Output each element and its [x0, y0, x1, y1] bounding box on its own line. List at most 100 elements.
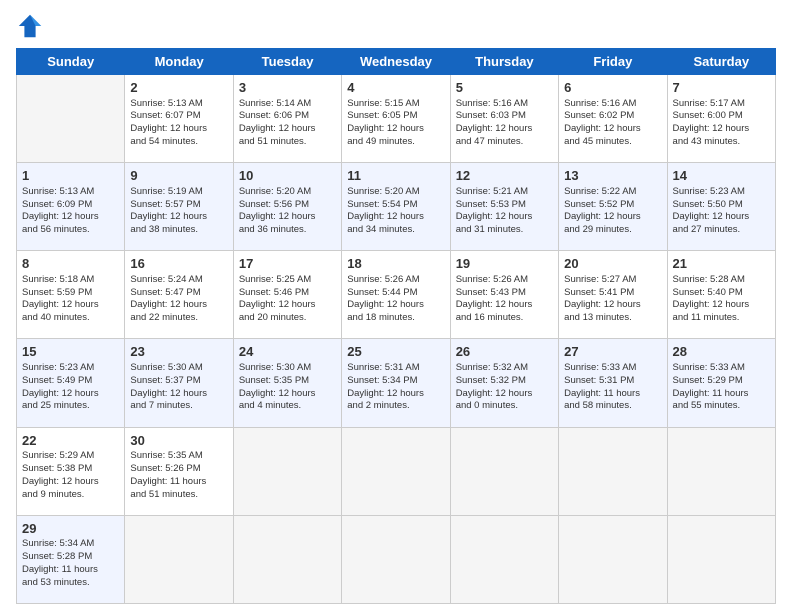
day-info: and 20 minutes.	[239, 312, 336, 325]
calendar-cell	[559, 515, 667, 603]
calendar-cell: 3Sunrise: 5:14 AMSunset: 6:06 PMDaylight…	[233, 75, 341, 163]
day-info: Sunrise: 5:13 AM	[130, 98, 227, 111]
day-info: and 4 minutes.	[239, 400, 336, 413]
day-number: 24	[239, 343, 336, 361]
day-info: Daylight: 12 hours	[673, 123, 770, 136]
day-info: and 56 minutes.	[22, 224, 119, 237]
day-number: 20	[564, 255, 661, 273]
day-info: Sunrise: 5:20 AM	[347, 186, 444, 199]
calendar-cell: 28Sunrise: 5:33 AMSunset: 5:29 PMDayligh…	[667, 339, 775, 427]
day-info: Sunset: 5:46 PM	[239, 287, 336, 300]
day-info: Sunrise: 5:16 AM	[456, 98, 553, 111]
calendar-week-row: 22Sunrise: 5:29 AMSunset: 5:38 PMDayligh…	[17, 427, 776, 515]
day-info: Sunset: 5:53 PM	[456, 199, 553, 212]
calendar-cell	[342, 427, 450, 515]
calendar-cell: 18Sunrise: 5:26 AMSunset: 5:44 PMDayligh…	[342, 251, 450, 339]
day-info: Sunrise: 5:32 AM	[456, 362, 553, 375]
day-info: and 27 minutes.	[673, 224, 770, 237]
calendar-cell: 24Sunrise: 5:30 AMSunset: 5:35 PMDayligh…	[233, 339, 341, 427]
day-info: and 55 minutes.	[673, 400, 770, 413]
day-info: and 16 minutes.	[456, 312, 553, 325]
calendar-cell	[125, 515, 233, 603]
day-number: 23	[130, 343, 227, 361]
calendar-week-row: 1Sunrise: 5:13 AMSunset: 6:09 PMDaylight…	[17, 163, 776, 251]
calendar-cell: 29Sunrise: 5:34 AMSunset: 5:28 PMDayligh…	[17, 515, 125, 603]
day-info: Daylight: 12 hours	[347, 299, 444, 312]
day-number: 29	[22, 520, 119, 538]
day-info: and 51 minutes.	[239, 136, 336, 149]
day-info: Sunset: 5:47 PM	[130, 287, 227, 300]
day-info: Sunrise: 5:31 AM	[347, 362, 444, 375]
day-info: Sunrise: 5:26 AM	[456, 274, 553, 287]
day-info: Daylight: 12 hours	[22, 388, 119, 401]
day-info: Sunset: 5:54 PM	[347, 199, 444, 212]
day-info: Sunrise: 5:16 AM	[564, 98, 661, 111]
day-info: and 34 minutes.	[347, 224, 444, 237]
day-number: 2	[130, 79, 227, 97]
day-number: 27	[564, 343, 661, 361]
day-number: 1	[22, 167, 119, 185]
calendar-week-row: 15Sunrise: 5:23 AMSunset: 5:49 PMDayligh…	[17, 339, 776, 427]
day-info: Daylight: 12 hours	[347, 211, 444, 224]
day-info: Sunset: 6:07 PM	[130, 110, 227, 123]
day-info: Daylight: 12 hours	[456, 388, 553, 401]
day-number: 22	[22, 432, 119, 450]
day-info: and 58 minutes.	[564, 400, 661, 413]
day-info: Sunrise: 5:23 AM	[673, 186, 770, 199]
day-info: Daylight: 12 hours	[673, 299, 770, 312]
day-info: Daylight: 12 hours	[564, 299, 661, 312]
day-info: Sunset: 5:38 PM	[22, 463, 119, 476]
calendar-header-row: SundayMondayTuesdayWednesdayThursdayFrid…	[17, 49, 776, 75]
day-info: Sunset: 5:57 PM	[130, 199, 227, 212]
day-info: Sunset: 5:41 PM	[564, 287, 661, 300]
day-info: Sunset: 6:05 PM	[347, 110, 444, 123]
day-info: Sunset: 6:06 PM	[239, 110, 336, 123]
day-number: 5	[456, 79, 553, 97]
day-info: Sunset: 5:59 PM	[22, 287, 119, 300]
day-info: Daylight: 12 hours	[673, 211, 770, 224]
day-header-saturday: Saturday	[667, 49, 775, 75]
day-info: Sunset: 5:43 PM	[456, 287, 553, 300]
calendar-cell	[450, 427, 558, 515]
calendar-week-row: 29Sunrise: 5:34 AMSunset: 5:28 PMDayligh…	[17, 515, 776, 603]
calendar-cell: 21Sunrise: 5:28 AMSunset: 5:40 PMDayligh…	[667, 251, 775, 339]
calendar-cell: 2Sunrise: 5:13 AMSunset: 6:07 PMDaylight…	[125, 75, 233, 163]
day-number: 16	[130, 255, 227, 273]
day-info: and 31 minutes.	[456, 224, 553, 237]
day-info: Sunset: 5:50 PM	[673, 199, 770, 212]
day-info: Sunset: 5:31 PM	[564, 375, 661, 388]
day-info: Sunrise: 5:15 AM	[347, 98, 444, 111]
day-info: and 18 minutes.	[347, 312, 444, 325]
day-info: Daylight: 12 hours	[456, 123, 553, 136]
day-info: Sunset: 6:09 PM	[22, 199, 119, 212]
calendar-cell: 30Sunrise: 5:35 AMSunset: 5:26 PMDayligh…	[125, 427, 233, 515]
day-info: Sunrise: 5:20 AM	[239, 186, 336, 199]
day-info: Sunrise: 5:34 AM	[22, 538, 119, 551]
day-info: Sunset: 5:32 PM	[456, 375, 553, 388]
day-info: Sunrise: 5:22 AM	[564, 186, 661, 199]
day-info: Daylight: 12 hours	[456, 299, 553, 312]
calendar-cell: 10Sunrise: 5:20 AMSunset: 5:56 PMDayligh…	[233, 163, 341, 251]
day-header-sunday: Sunday	[17, 49, 125, 75]
calendar-cell: 11Sunrise: 5:20 AMSunset: 5:54 PMDayligh…	[342, 163, 450, 251]
day-number: 14	[673, 167, 770, 185]
day-number: 4	[347, 79, 444, 97]
day-info: Sunset: 5:56 PM	[239, 199, 336, 212]
day-info: Sunset: 5:26 PM	[130, 463, 227, 476]
day-number: 13	[564, 167, 661, 185]
calendar-cell: 7Sunrise: 5:17 AMSunset: 6:00 PMDaylight…	[667, 75, 775, 163]
day-info: Daylight: 12 hours	[130, 388, 227, 401]
day-info: and 45 minutes.	[564, 136, 661, 149]
day-number: 19	[456, 255, 553, 273]
day-info: and 25 minutes.	[22, 400, 119, 413]
calendar-week-row: 2Sunrise: 5:13 AMSunset: 6:07 PM Daylight…	[17, 75, 776, 163]
day-number: 7	[673, 79, 770, 97]
day-info: Daylight: 12 hours	[130, 299, 227, 312]
day-info: Daylight: 12 hours	[564, 211, 661, 224]
calendar-cell	[667, 427, 775, 515]
day-info: Sunset: 5:34 PM	[347, 375, 444, 388]
day-info: Sunrise: 5:35 AM	[130, 450, 227, 463]
day-info: Daylight: 12 hours	[239, 388, 336, 401]
header	[16, 12, 776, 40]
day-header-thursday: Thursday	[450, 49, 558, 75]
